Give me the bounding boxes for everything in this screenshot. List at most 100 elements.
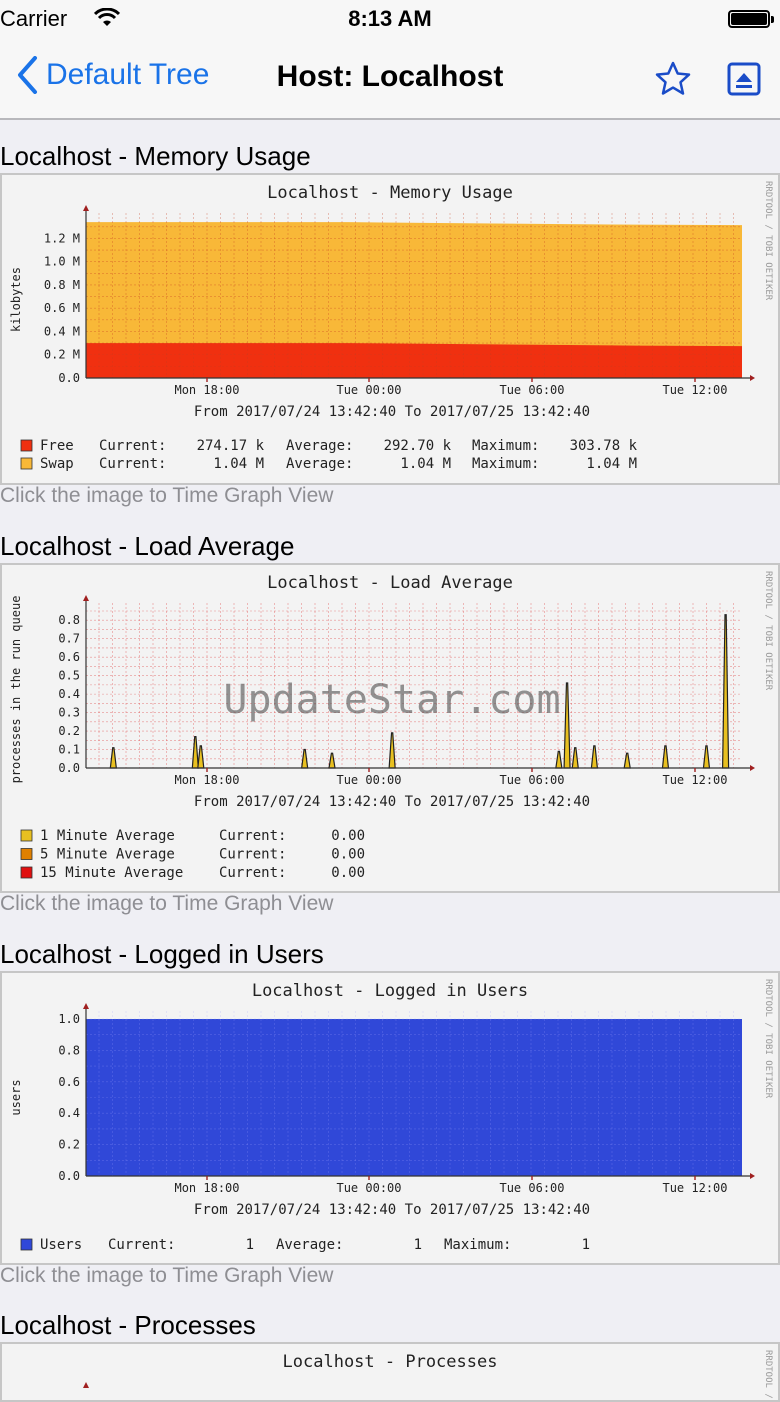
legend-label: 1 Minute Average (40, 828, 175, 844)
y-tick-label: 1.0 M (44, 255, 80, 269)
y-tick-label: 0.0 (58, 371, 80, 385)
x-tick-label: Tue 12:00 (662, 383, 727, 397)
legend-current-value: 0.00 (331, 828, 365, 844)
y-tick-label: 0.1 (58, 743, 80, 757)
legend-current-label: Current: (99, 456, 166, 472)
chart-title: Localhost - Processes (283, 1352, 498, 1372)
battery-tip (771, 16, 774, 23)
legend-current-label: Current: (99, 438, 166, 454)
x-tick-label: Mon 18:00 (174, 773, 239, 787)
legend-current-value: 0.00 (331, 865, 365, 881)
legend-maximum-label: Maximum: (472, 456, 539, 472)
load-spike (328, 752, 336, 769)
x-tick-label: Mon 18:00 (174, 1181, 239, 1195)
y-tick-label: 0.4 (58, 1106, 80, 1120)
legend-current-value: 0.00 (331, 847, 365, 863)
load-spike (555, 750, 563, 769)
legend-label: Swap (40, 456, 74, 472)
y-tick-label: 1.2 M (44, 231, 80, 245)
legend-current-label: Current: (219, 865, 286, 881)
load-spike (109, 747, 118, 769)
y-tick-label: 0.4 (58, 687, 80, 701)
memory-chart: Localhost - Memory Usage RRDTOOL / TOBI O… (9, 181, 773, 472)
section-title: Localhost - Load Average (0, 531, 295, 561)
memory-graph[interactable]: Localhost - Memory Usage RRDTOOL / TOBI O… (0, 173, 780, 485)
share-icon[interactable] (727, 62, 761, 96)
legend-current-label: Current: (219, 828, 286, 844)
legend-current-value: 1 (246, 1237, 254, 1253)
load-spike (721, 614, 730, 769)
legend-current-label: Current: (219, 847, 286, 863)
y-tick-label: 0.7 (58, 632, 80, 646)
section-title: Localhost - Processes (0, 1310, 256, 1340)
y-tick-label: 0.3 (58, 706, 80, 720)
legend-label: Users (40, 1237, 82, 1253)
legend-average-label: Average: (286, 438, 353, 454)
load-spike (571, 747, 579, 769)
y-tick-label: 0.2 (58, 724, 80, 738)
legend-swatch (20, 457, 33, 470)
legend-swatch (20, 1238, 33, 1251)
legend-maximum-value: 1.04 M (586, 456, 637, 472)
legend-average-value: 1.04 M (400, 456, 451, 472)
legend-current-label: Current: (108, 1237, 175, 1253)
load-spike (191, 736, 199, 769)
processes-graph[interactable]: Localhost - Processes RRDTOOL / TOBI OETI… (0, 1342, 780, 1402)
load-spike (661, 745, 670, 769)
legend-maximum-label: Maximum: (444, 1237, 511, 1253)
legend-swatch (20, 439, 33, 452)
y-axis-arrow (83, 595, 89, 601)
legend-average-value: 1 (414, 1237, 422, 1253)
clock: 8:13 AM (348, 6, 432, 31)
legend-maximum-label: Maximum: (472, 438, 539, 454)
rrdtool-credit: RRDTOOL / TOBI OETIKER (763, 1350, 773, 1402)
y-axis-arrow (83, 205, 89, 211)
legend-maximum-value: 303.78 k (570, 438, 638, 454)
x-axis-arrow (750, 765, 755, 771)
x-tick-label: Tue 12:00 (662, 773, 727, 787)
time-range: From 2017/07/24 13:42:40 To 2017/07/25 1… (194, 404, 590, 420)
section-title: Localhost - Logged in Users (0, 939, 324, 969)
load-graph[interactable]: Localhost - Load Average RRDTOOL / TOBI O… (0, 563, 780, 893)
chart-title: Localhost - Memory Usage (267, 183, 513, 203)
legend-label: Free (40, 438, 74, 454)
legend-average-label: Average: (286, 456, 353, 472)
graph-caption: Click the image to Time Graph View (0, 892, 334, 915)
x-tick-label: Tue 06:00 (499, 773, 564, 787)
graph-caption: Click the image to Time Graph View (0, 484, 334, 507)
y-axis-arrow (83, 1382, 89, 1388)
chart-title: Localhost - Load Average (267, 573, 513, 593)
users-graph[interactable]: Localhost - Logged in Users RRDTOOL / TOB… (0, 971, 780, 1265)
y-tick-label: 0.0 (58, 1169, 80, 1183)
section-title: Localhost - Memory Usage (0, 141, 311, 171)
legend-swatch (20, 848, 33, 860)
x-axis-arrow (750, 1173, 755, 1179)
load-spike (563, 682, 571, 769)
y-tick-label: 0.2 M (44, 348, 80, 362)
legend-swatch (20, 829, 33, 842)
rrdtool-credit: RRDTOOL / TOBI OETIKER (763, 571, 773, 691)
users-chart: Localhost - Logged in Users RRDTOOL / TOB… (9, 979, 773, 1253)
load-spike (702, 745, 711, 769)
legend-swatch (20, 866, 33, 879)
load-spike (623, 752, 631, 769)
y-tick-label: 0.6 (58, 650, 80, 664)
status-bar: Carrier 8:13 AM (0, 0, 780, 40)
load-spike (300, 748, 309, 769)
legend-current-value: 274.17 k (197, 438, 265, 454)
processes-chart: Localhost - Processes RRDTOOL / TOBI OETI… (83, 1350, 773, 1402)
y-axis-label: users (9, 1079, 23, 1115)
legend-current-value: 1.04 M (213, 456, 264, 472)
y-axis-arrow (83, 1003, 89, 1009)
legend-average-label: Average: (276, 1237, 343, 1253)
x-tick-label: Tue 00:00 (336, 773, 401, 787)
legend-label: 5 Minute Average (40, 847, 175, 863)
y-tick-label: 0.6 M (44, 301, 80, 315)
y-tick-label: 0.8 (58, 1043, 80, 1057)
y-tick-label: 0.0 (58, 761, 80, 775)
y-tick-label: 0.2 (58, 1138, 80, 1152)
battery-icon (728, 10, 770, 28)
x-tick-label: Tue 06:00 (499, 1181, 564, 1195)
time-range: From 2017/07/24 13:42:40 To 2017/07/25 1… (194, 1202, 590, 1218)
star-icon[interactable] (654, 60, 692, 98)
